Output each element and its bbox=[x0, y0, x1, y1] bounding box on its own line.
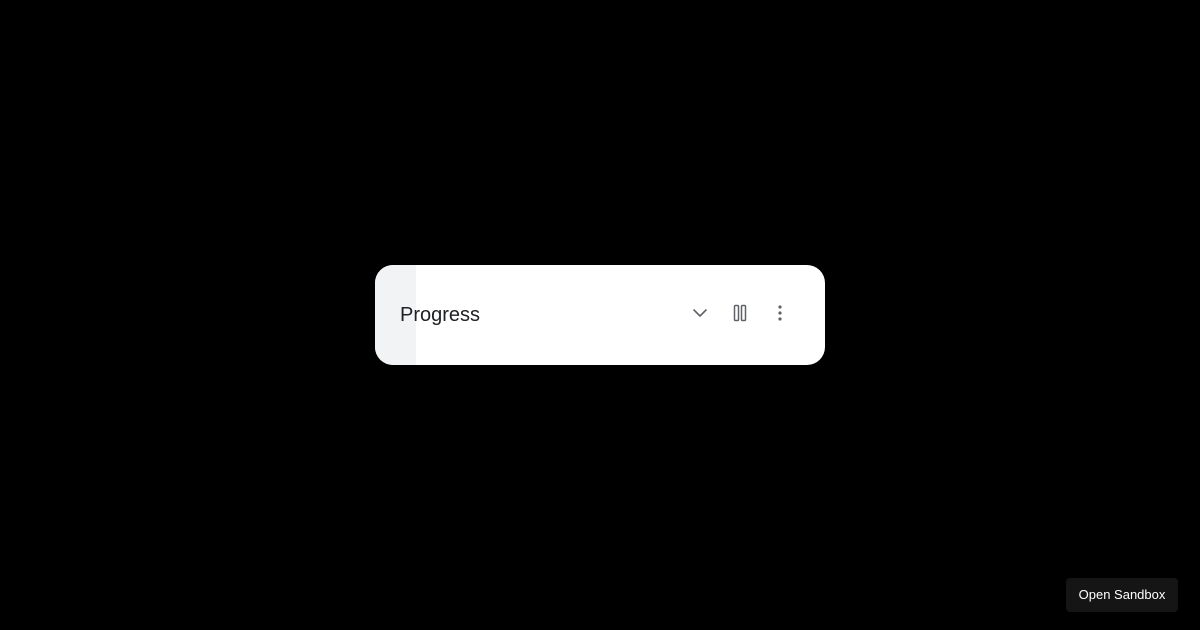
page-background: Progress Open Sandbox bbox=[0, 0, 1200, 630]
pause-button[interactable] bbox=[720, 295, 760, 335]
more-vert-icon bbox=[777, 304, 783, 327]
progress-title: Progress bbox=[400, 304, 481, 326]
open-sandbox-button[interactable]: Open Sandbox bbox=[1066, 578, 1178, 612]
chevron-down-icon bbox=[692, 305, 708, 326]
pause-icon bbox=[732, 304, 748, 327]
progress-card: Progress bbox=[375, 265, 825, 365]
expand-button[interactable] bbox=[680, 295, 720, 335]
more-options-button[interactable] bbox=[760, 295, 800, 335]
